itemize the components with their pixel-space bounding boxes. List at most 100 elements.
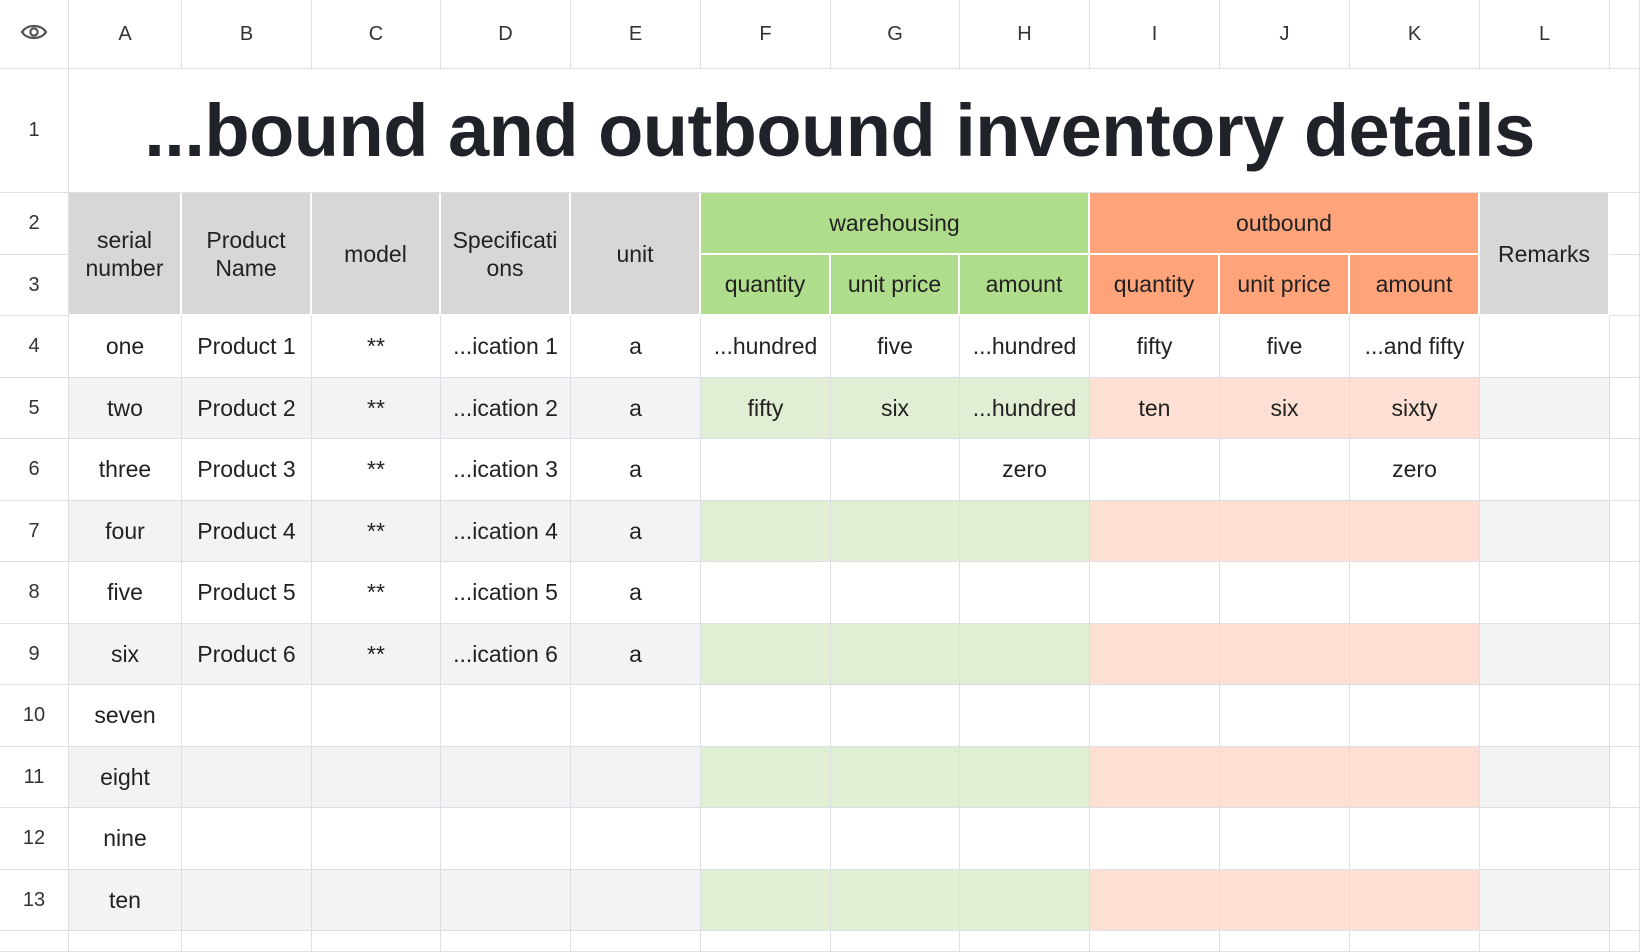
header-serial-number[interactable]: serial number bbox=[69, 193, 182, 316]
subheader-quantity[interactable]: quantity bbox=[701, 255, 831, 316]
table-cell[interactable]: ...ication 5 bbox=[441, 562, 571, 624]
table-cell[interactable] bbox=[1090, 870, 1220, 931]
table-cell[interactable] bbox=[701, 808, 831, 870]
empty-cell[interactable] bbox=[571, 931, 701, 952]
table-cell[interactable] bbox=[701, 439, 831, 501]
table-cell[interactable] bbox=[441, 685, 571, 747]
row-header-empty[interactable] bbox=[0, 931, 69, 952]
table-cell[interactable]: six bbox=[69, 624, 182, 685]
table-cell[interactable] bbox=[1350, 624, 1480, 685]
table-cell[interactable] bbox=[1480, 378, 1610, 439]
column-header-a[interactable]: A bbox=[69, 0, 182, 69]
table-cell[interactable] bbox=[1350, 870, 1480, 931]
table-cell[interactable] bbox=[1220, 808, 1350, 870]
table-cell[interactable]: fifty bbox=[701, 378, 831, 439]
table-cell[interactable]: zero bbox=[960, 439, 1090, 501]
table-cell[interactable]: a bbox=[571, 624, 701, 685]
table-cell[interactable]: one bbox=[69, 316, 182, 378]
empty-cell[interactable] bbox=[1610, 378, 1640, 439]
table-cell[interactable] bbox=[1220, 439, 1350, 501]
select-all-corner[interactable] bbox=[0, 0, 69, 69]
empty-cell[interactable] bbox=[701, 931, 831, 952]
table-cell[interactable]: ** bbox=[312, 562, 441, 624]
table-cell[interactable] bbox=[701, 562, 831, 624]
table-cell[interactable] bbox=[1220, 870, 1350, 931]
header-remarks[interactable]: Remarks bbox=[1480, 193, 1610, 316]
table-cell[interactable] bbox=[1480, 501, 1610, 562]
table-cell[interactable]: ** bbox=[312, 439, 441, 501]
table-cell[interactable] bbox=[571, 808, 701, 870]
column-header-j[interactable]: J bbox=[1220, 0, 1350, 69]
subheader-quantity[interactable]: quantity bbox=[1090, 255, 1220, 316]
empty-cell[interactable] bbox=[1610, 685, 1640, 747]
table-cell[interactable]: two bbox=[69, 378, 182, 439]
row-header-11[interactable]: 11 bbox=[0, 747, 69, 808]
table-cell[interactable] bbox=[1480, 624, 1610, 685]
table-cell[interactable] bbox=[1220, 562, 1350, 624]
table-cell[interactable]: ...hundred bbox=[960, 378, 1090, 439]
table-cell[interactable] bbox=[831, 439, 960, 501]
column-header-e[interactable]: E bbox=[571, 0, 701, 69]
table-cell[interactable]: Product 2 bbox=[182, 378, 312, 439]
sheet-title[interactable]: ...bound and outbound inventory details bbox=[69, 69, 1610, 193]
table-cell[interactable] bbox=[1350, 501, 1480, 562]
table-cell[interactable]: nine bbox=[69, 808, 182, 870]
column-header-empty[interactable] bbox=[1610, 0, 1640, 69]
empty-cell[interactable] bbox=[182, 931, 312, 952]
table-cell[interactable]: Product 3 bbox=[182, 439, 312, 501]
table-cell[interactable]: six bbox=[831, 378, 960, 439]
table-cell[interactable] bbox=[571, 747, 701, 808]
table-cell[interactable] bbox=[571, 685, 701, 747]
table-cell[interactable] bbox=[831, 562, 960, 624]
table-cell[interactable] bbox=[1220, 747, 1350, 808]
table-cell[interactable] bbox=[441, 870, 571, 931]
table-cell[interactable] bbox=[1350, 808, 1480, 870]
table-cell[interactable]: four bbox=[69, 501, 182, 562]
table-cell[interactable]: ...hundred bbox=[960, 316, 1090, 378]
table-cell[interactable] bbox=[1090, 808, 1220, 870]
table-cell[interactable]: five bbox=[69, 562, 182, 624]
row-header-4[interactable]: 4 bbox=[0, 316, 69, 378]
empty-cell[interactable] bbox=[1350, 931, 1480, 952]
column-header-c[interactable]: C bbox=[312, 0, 441, 69]
subheader-unit-price[interactable]: unit price bbox=[1220, 255, 1350, 316]
row-header-13[interactable]: 13 bbox=[0, 870, 69, 931]
table-cell[interactable]: eight bbox=[69, 747, 182, 808]
table-cell[interactable] bbox=[1090, 747, 1220, 808]
table-cell[interactable] bbox=[1480, 685, 1610, 747]
table-cell[interactable]: Product 4 bbox=[182, 501, 312, 562]
table-cell[interactable]: three bbox=[69, 439, 182, 501]
table-cell[interactable]: ...ication 6 bbox=[441, 624, 571, 685]
table-cell[interactable] bbox=[571, 870, 701, 931]
table-cell[interactable] bbox=[1480, 439, 1610, 501]
empty-cell[interactable] bbox=[1610, 747, 1640, 808]
table-cell[interactable] bbox=[1480, 808, 1610, 870]
table-cell[interactable]: five bbox=[831, 316, 960, 378]
table-cell[interactable] bbox=[831, 685, 960, 747]
table-cell[interactable] bbox=[312, 685, 441, 747]
table-cell[interactable] bbox=[1350, 685, 1480, 747]
table-cell[interactable] bbox=[1350, 562, 1480, 624]
table-cell[interactable]: sixty bbox=[1350, 378, 1480, 439]
table-cell[interactable] bbox=[1090, 501, 1220, 562]
empty-cell[interactable] bbox=[1610, 316, 1640, 378]
subheader-amount[interactable]: amount bbox=[1350, 255, 1480, 316]
row-header-8[interactable]: 8 bbox=[0, 562, 69, 624]
empty-cell[interactable] bbox=[1610, 931, 1640, 952]
header-product-name[interactable]: Product Name bbox=[182, 193, 312, 316]
table-cell[interactable]: a bbox=[571, 316, 701, 378]
column-header-g[interactable]: G bbox=[831, 0, 960, 69]
table-cell[interactable]: a bbox=[571, 439, 701, 501]
table-cell[interactable] bbox=[1090, 439, 1220, 501]
table-cell[interactable]: a bbox=[571, 501, 701, 562]
table-cell[interactable]: ...ication 1 bbox=[441, 316, 571, 378]
header-unit[interactable]: unit bbox=[571, 193, 701, 316]
table-cell[interactable] bbox=[1220, 624, 1350, 685]
table-cell[interactable] bbox=[701, 501, 831, 562]
table-cell[interactable]: ** bbox=[312, 316, 441, 378]
table-cell[interactable]: ...ication 4 bbox=[441, 501, 571, 562]
table-cell[interactable]: Product 5 bbox=[182, 562, 312, 624]
empty-cell[interactable] bbox=[1610, 193, 1640, 255]
empty-cell[interactable] bbox=[1090, 931, 1220, 952]
table-cell[interactable] bbox=[312, 870, 441, 931]
